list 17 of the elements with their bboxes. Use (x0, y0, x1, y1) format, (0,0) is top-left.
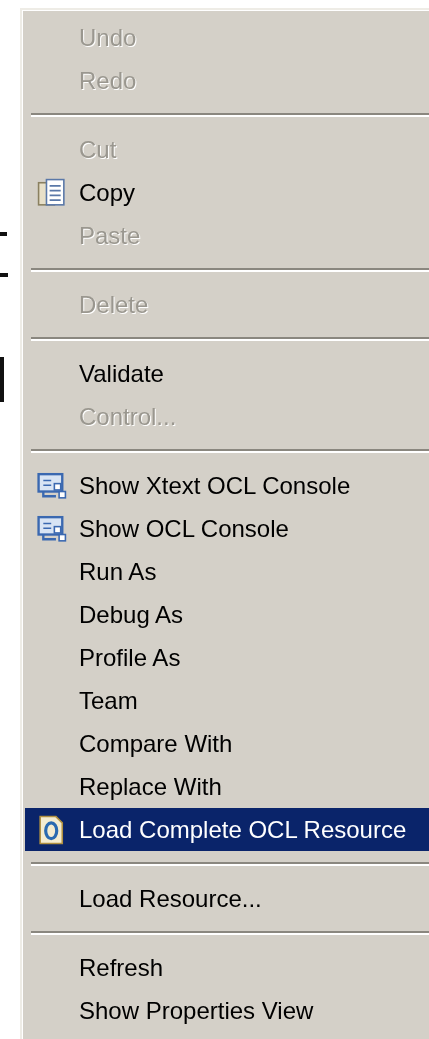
menu-item[interactable]: Replace With (25, 765, 429, 808)
copy-icon (37, 177, 67, 208)
menu-item[interactable]: Copy (25, 171, 429, 214)
menu-item[interactable]: Compare With (25, 722, 429, 765)
menu-item[interactable]: Validate (25, 352, 429, 395)
menu-item[interactable]: Show OCL Console (25, 507, 429, 550)
menu-item[interactable]: Debug As (25, 593, 429, 636)
menu-item[interactable]: Profile As (25, 636, 429, 679)
console-icon (37, 470, 67, 501)
menu-item[interactable]: Refresh (25, 946, 429, 989)
menu-item[interactable]: Run As (25, 550, 429, 593)
menu-item[interactable]: Show Xtext OCL Console (25, 464, 429, 507)
console-icon (37, 513, 67, 544)
menu-item[interactable]: Load Complete OCL Resource (25, 808, 429, 851)
menu-item[interactable]: Load Resource... (25, 877, 429, 920)
menu-item[interactable]: Show Properties View (25, 989, 429, 1032)
menu-item[interactable]: Team (25, 679, 429, 722)
